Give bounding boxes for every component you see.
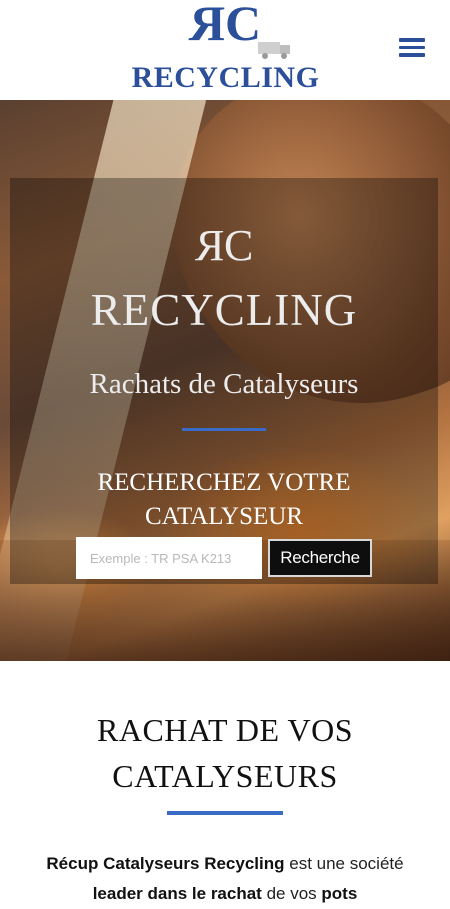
truck-icon xyxy=(258,42,290,59)
section-intro-text: Récup Catalyseurs Recycling est une soci… xyxy=(46,854,404,903)
hero-divider xyxy=(182,428,266,431)
hamburger-menu-icon[interactable] xyxy=(399,38,425,60)
about-section: RACHAT DE VOS CATALYSEURS Récup Catalyse… xyxy=(0,661,450,903)
hero-banner: RC RECYCLING Rachats de Catalyseurs RECH… xyxy=(0,100,450,661)
section-divider xyxy=(167,811,283,815)
hero-overlay-panel: RC RECYCLING Rachats de Catalyseurs RECH… xyxy=(10,178,438,584)
search-button[interactable]: Recherche xyxy=(268,539,372,577)
site-header: RC RECYCLING xyxy=(0,0,450,100)
search-heading: RECHERCHEZ VOTRE CATALYSEUR xyxy=(97,469,351,530)
hero-title: RECYCLING xyxy=(90,285,358,335)
logo-wordmark: RECYCLING xyxy=(131,61,320,94)
site-logo[interactable]: RC RECYCLING xyxy=(118,0,333,100)
hero-monogram: RC xyxy=(196,221,254,270)
section-title: RACHAT DE VOS CATALYSEURS xyxy=(96,712,354,794)
catalyst-search-input[interactable] xyxy=(76,537,262,579)
hero-subtitle: Rachats de Catalyseurs xyxy=(89,368,359,400)
